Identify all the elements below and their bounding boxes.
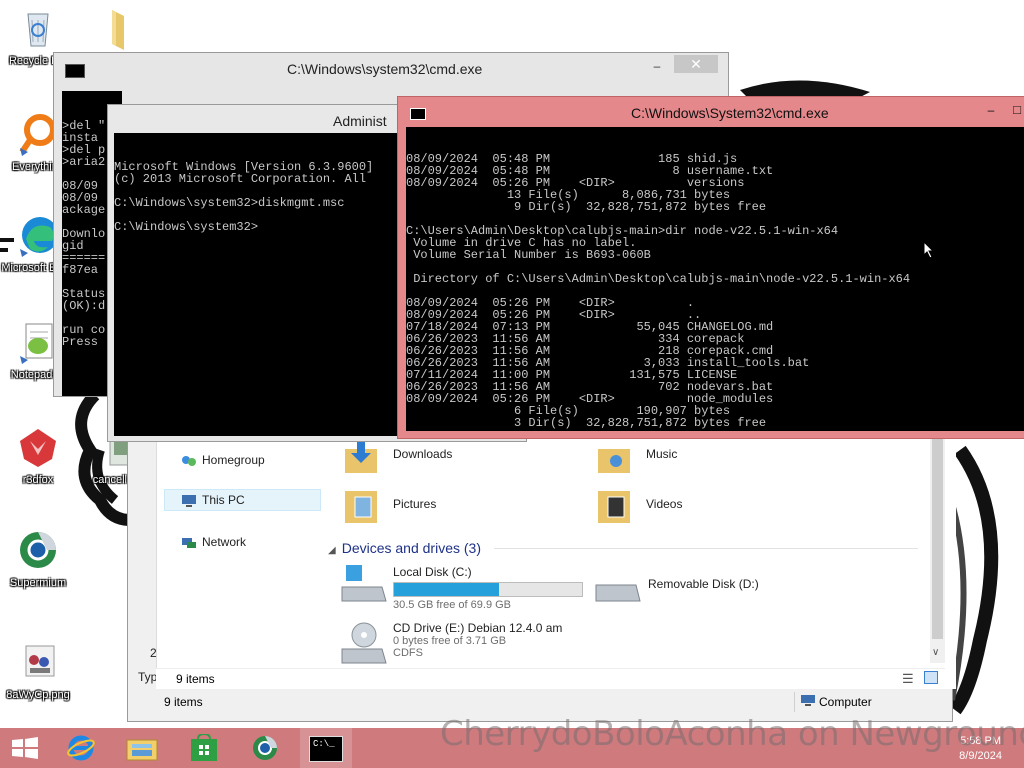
- computer-location-label: Computer: [819, 695, 872, 709]
- downloads-label: Downloads: [393, 447, 453, 462]
- cmd-window-active[interactable]: C:\Windows\System32\cmd.exe – □ 08/09/20…: [397, 96, 1024, 439]
- cmd2-titlebar[interactable]: C:\Windows\System32\cmd.exe – □: [398, 97, 1024, 127]
- folder-music[interactable]: Music: [596, 435, 677, 475]
- nav-network[interactable]: Network: [181, 535, 246, 550]
- desktop-icon-folder[interactable]: [74, 6, 150, 55]
- watermark-text: CherrydoBoloAconha on Newgrounds: [440, 714, 1024, 754]
- desktop-icon-supermium[interactable]: Supermium: [0, 528, 76, 590]
- computer-icon: [182, 494, 196, 507]
- desktop-icon-png-file[interactable]: 8aWyCp.png: [0, 640, 76, 702]
- drive-c-name: Local Disk (C:): [393, 565, 472, 579]
- folder-videos[interactable]: Videos: [596, 485, 682, 525]
- cmd2-console-line: 3 Dir(s) 32,828,751,872 bytes free: [406, 416, 767, 430]
- png-file-label: 8aWyCp.png: [6, 689, 70, 701]
- r3dfox-icon: [20, 429, 56, 467]
- cmd2-console-lines: 08/09/2024 05:48 PM 185 shid.js 08/09/202…: [406, 151, 1024, 431]
- nav-this-pc[interactable]: This PC: [181, 493, 245, 508]
- drive-d-name: Removable Disk (D:): [648, 577, 759, 591]
- r3dfox-label: r3dfox: [22, 474, 54, 486]
- cmd1-title: C:\Windows\system32\cmd.exe: [287, 61, 483, 77]
- drive-e-name: CD Drive (E:) Debian 12.4.0 am: [393, 621, 563, 635]
- recycle-bin-icon: [27, 13, 49, 47]
- drive-e[interactable]: CD Drive (E:) Debian 12.4.0 am 0 bytes f…: [340, 621, 563, 664]
- cmd-app-icon: [65, 64, 85, 78]
- outer-item-count: 9 items: [164, 695, 203, 709]
- cd-drive-icon: [341, 622, 387, 664]
- windows-logo-icon: [12, 737, 38, 759]
- supermium-icon: [20, 532, 56, 568]
- drive-e-fs: CDFS: [393, 647, 423, 659]
- drive-c-usage-fill: [394, 583, 500, 596]
- network-icon: [182, 537, 196, 548]
- scroll-down-icon[interactable]: ∨: [932, 647, 939, 658]
- drive-e-free: 0 bytes free of 3.71 GB: [393, 635, 507, 647]
- maximize-button[interactable]: □: [1004, 101, 1024, 119]
- drive-d[interactable]: Removable Disk (D:): [594, 577, 759, 602]
- cmd-app-icon: [410, 108, 426, 120]
- drive-c-free: 30.5 GB free of 69.9 GB: [393, 599, 512, 611]
- details-view-icon[interactable]: ☰: [902, 671, 914, 687]
- cmd2-title: C:\Windows\System32\cmd.exe: [631, 105, 829, 121]
- devices-and-drives-header[interactable]: ◢ Devices and drives (3): [328, 540, 481, 556]
- close-button[interactable]: ✕: [674, 55, 718, 73]
- devices-header-label: Devices and drives (3): [341, 540, 481, 556]
- drive-c-usage-bar: [393, 582, 583, 597]
- taskbar-cmd[interactable]: C:\_: [300, 728, 352, 768]
- cmd-prompt-icon: C:\_: [309, 736, 343, 762]
- videos-folder-icon: [598, 491, 630, 523]
- drive-c[interactable]: Local Disk (C:) 30.5 GB free of 69.9 GB: [340, 565, 583, 611]
- explorer-left-fragment: 2: [150, 646, 157, 660]
- minimize-button[interactable]: –: [978, 101, 1004, 119]
- pictures-label: Pictures: [393, 497, 437, 512]
- desktop-icon-r3dfox[interactable]: r3dfox: [0, 425, 76, 487]
- pictures-folder-icon: [345, 491, 377, 523]
- supermium-label: Supermium: [9, 577, 67, 589]
- internet-explorer-icon: [67, 735, 95, 761]
- cmd2-console-line: Directory of C:\Users\Admin\Desktop\calu…: [406, 272, 911, 286]
- cmd1-titlebar[interactable]: C:\Windows\system32\cmd.exe – ✕: [54, 53, 728, 85]
- cmd2-console[interactable]: 08/09/2024 05:48 PM 185 shid.js 08/09/202…: [406, 127, 1024, 431]
- taskbar-store[interactable]: [176, 728, 232, 768]
- local-disk-icon: [341, 565, 387, 602]
- cmd2-console-line: 9 Dir(s) 32,828,751,872 bytes free: [406, 200, 767, 214]
- file-explorer-icon: [126, 739, 158, 761]
- png-file-icon: [25, 645, 55, 677]
- inner-item-count: 9 items: [176, 672, 215, 686]
- music-folder-icon: [598, 449, 630, 473]
- collapse-chevron-icon: ◢: [328, 545, 336, 556]
- nav-homegroup[interactable]: Homegroup: [181, 453, 265, 468]
- removable-disk-icon: [595, 584, 641, 602]
- nav-homegroup-label: Homegroup: [202, 453, 265, 467]
- taskbar-file-explorer[interactable]: [114, 728, 170, 768]
- nav-this-pc-label: This PC: [202, 493, 245, 507]
- folder-icon: [112, 10, 124, 50]
- large-icons-view-icon[interactable]: [924, 671, 938, 684]
- folder-pictures[interactable]: Pictures: [343, 485, 436, 525]
- taskbar-internet-explorer[interactable]: [54, 728, 110, 768]
- section-divider: [494, 548, 918, 549]
- minimize-button[interactable]: –: [644, 57, 670, 75]
- homegroup-icon: [182, 455, 196, 466]
- mouse-pointer-icon: [923, 241, 935, 259]
- supermium-icon: [253, 736, 277, 760]
- start-button[interactable]: [0, 728, 50, 768]
- inner-status-bar: 9 items ☰: [156, 668, 945, 689]
- computer-small-icon: [801, 695, 815, 706]
- videos-label: Videos: [646, 497, 683, 512]
- status-divider: [794, 692, 795, 712]
- admin-title: Administ: [333, 113, 387, 129]
- nav-network-label: Network: [202, 535, 247, 549]
- store-icon: [191, 734, 217, 761]
- details-type-fragment: Typ: [138, 670, 158, 684]
- music-label: Music: [646, 447, 678, 462]
- outer-status-bar: 9 items Computer: [156, 690, 945, 716]
- taskbar-supermium[interactable]: [238, 728, 294, 768]
